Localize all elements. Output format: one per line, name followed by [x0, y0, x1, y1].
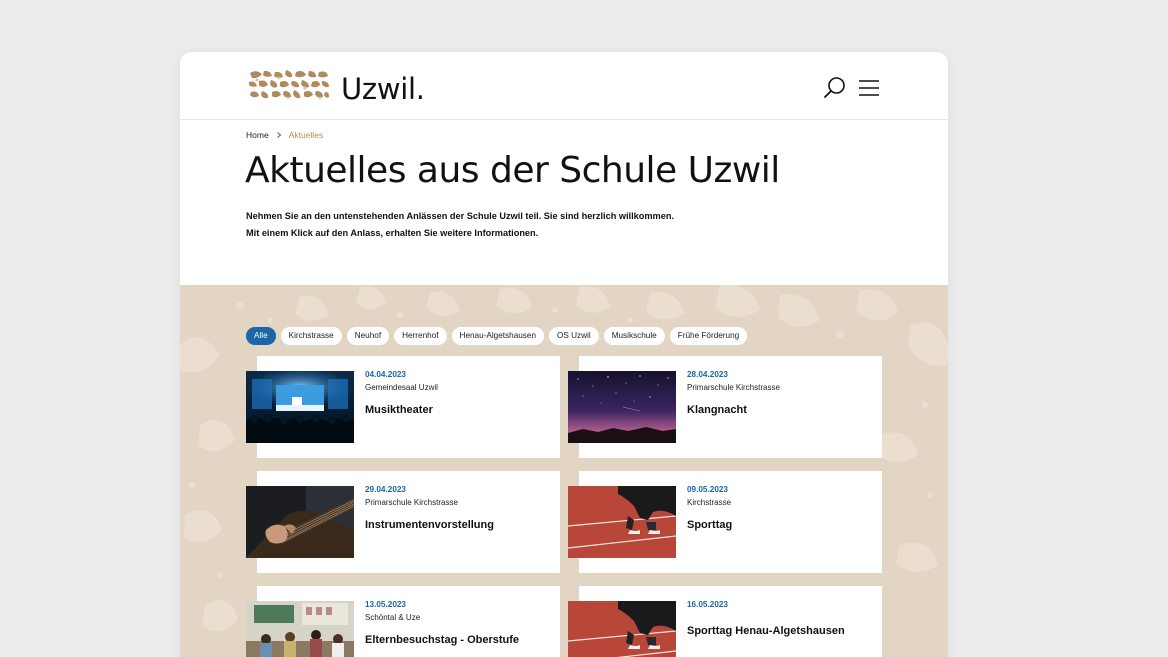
search-icon[interactable] [823, 76, 847, 100]
site-logo-text[interactable]: Uzwil. [341, 72, 425, 106]
event-date: 13.05.2023 [365, 600, 406, 609]
intro-line-2: Mit einem Klick auf den Anlass, erhalten… [246, 228, 539, 238]
event-location: Kirchstrasse [687, 498, 732, 507]
event-title: Musiktheater [365, 404, 433, 416]
browser-window: Uzwil. Home Aktuelles Aktuelles aus der … [180, 52, 948, 657]
filter-chip-os-uzwil[interactable]: OS Uzwil [549, 327, 599, 345]
event-card[interactable]: 13.05.2023 Schöntal & Uze Elternbesuchst… [246, 586, 560, 657]
event-date: 09.05.2023 [687, 485, 728, 494]
event-date: 16.05.2023 [687, 600, 728, 609]
logo-pattern-icon[interactable] [248, 69, 330, 101]
event-card[interactable]: 09.05.2023 Kirchstrasse Sporttag [568, 471, 882, 573]
filter-chips: Alle Kirchstrasse Neuhof Herrenhof Henau… [246, 327, 748, 345]
filter-chip-herrenhof[interactable]: Herrenhof [394, 327, 447, 345]
event-location: Schöntal & Uze [365, 613, 421, 622]
event-card[interactable]: 28.04.2023 Primarschule Kirchstrasse Kla… [568, 356, 882, 458]
filter-chip-neuhof[interactable]: Neuhof [346, 327, 390, 345]
event-card[interactable]: 29.04.2023 Primarschule Kirchstrasse Ins… [246, 471, 560, 573]
event-date: 04.04.2023 [365, 370, 406, 379]
events-section: Alle Kirchstrasse Neuhof Herrenhof Henau… [180, 285, 948, 657]
event-image-theater [246, 371, 354, 443]
hamburger-menu-icon[interactable] [858, 76, 880, 100]
event-image-night-sky [568, 371, 676, 443]
event-title: Klangnacht [687, 404, 747, 416]
event-location: Primarschule Kirchstrasse [687, 383, 780, 392]
event-image-guitar [246, 486, 354, 558]
chevron-right-icon [276, 132, 281, 138]
breadcrumb-home-link[interactable]: Home [246, 130, 269, 140]
event-title: Elternbesuchstag - Oberstufe [365, 634, 520, 646]
event-title: Instrumentenvorstellung [365, 519, 494, 531]
event-date: 28.04.2023 [687, 370, 728, 379]
filter-chip-henau-algetshausen[interactable]: Henau-Algetshausen [451, 327, 545, 345]
intro-text: Nehmen Sie an den untenstehenden Anlässe… [246, 208, 674, 242]
filter-chip-musikschule[interactable]: Musikschule [603, 327, 665, 345]
event-card[interactable]: 04.04.2023 Gemeindesaal Uzwil Musiktheat… [246, 356, 560, 458]
event-image-sprinter [568, 601, 676, 657]
filter-chip-fruehe-foerderung[interactable]: Frühe Förderung [669, 327, 748, 345]
filter-chip-kirchstrasse[interactable]: Kirchstrasse [280, 327, 342, 345]
site-header: Uzwil. [180, 52, 948, 120]
event-date: 29.04.2023 [365, 485, 406, 494]
event-location: Gemeindesaal Uzwil [365, 383, 438, 392]
intro-line-1: Nehmen Sie an den untenstehenden Anlässe… [246, 211, 674, 221]
breadcrumb-current: Aktuelles [288, 130, 324, 140]
event-title: Sporttag Henau-Algetshausen [687, 625, 845, 637]
breadcrumb: Home Aktuelles [246, 130, 323, 140]
event-image-sprinter [568, 486, 676, 558]
event-location: Primarschule Kirchstrasse [365, 498, 458, 507]
event-image-classroom [246, 601, 354, 657]
page-title: Aktuelles aus der Schule Uzwil [245, 150, 780, 191]
filter-chip-alle[interactable]: Alle [246, 327, 276, 345]
event-title: Sporttag [687, 519, 733, 531]
event-card[interactable]: 16.05.2023 Sporttag Henau-Algetshausen [568, 586, 882, 657]
